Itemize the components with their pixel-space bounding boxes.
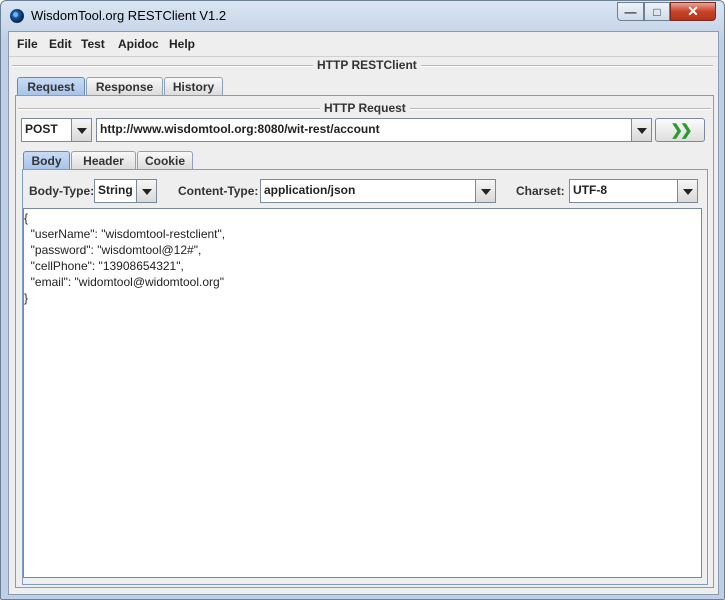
window-title: WisdomTool.org RESTClient V1.2: [31, 8, 227, 23]
url-field[interactable]: http://www.wisdomtool.org:8080/wit-rest/…: [96, 118, 652, 142]
request-group-title: HTTP Request: [320, 101, 410, 115]
tab-request[interactable]: Request: [17, 77, 85, 95]
main-group-title: HTTP RESTClient: [313, 58, 421, 72]
charset-value: UTF-8: [573, 183, 607, 197]
body-type-select[interactable]: String: [94, 179, 157, 203]
tab-header-label: Header: [83, 153, 124, 168]
tab-response-label: Response: [95, 79, 154, 94]
tab-response[interactable]: Response: [86, 77, 163, 95]
app-window: WisdomTool.org RESTClient V1.2 — □ ✕ Fil…: [0, 0, 725, 600]
tab-body[interactable]: Body: [23, 151, 70, 169]
body-line: }: [24, 291, 29, 305]
tab-request-label: Request: [27, 79, 75, 94]
tab-cookie[interactable]: Cookie: [137, 151, 193, 169]
body-line: "email": "widomtool@widomtool.org": [24, 275, 224, 289]
content-type-select[interactable]: application/json: [260, 179, 496, 203]
content-type-value: application/json: [264, 183, 356, 197]
menu-file[interactable]: File: [17, 37, 38, 51]
charset-select[interactable]: UTF-8: [569, 179, 698, 203]
title-bar[interactable]: WisdomTool.org RESTClient V1.2 — □ ✕: [1, 1, 724, 31]
chevron-down-icon[interactable]: [475, 180, 495, 202]
client-area: File Edit Test Apidoc Help HTTP RESTClie…: [8, 31, 719, 595]
app-logo-icon: [10, 9, 24, 23]
menu-edit[interactable]: Edit: [49, 37, 72, 51]
chevron-down-icon[interactable]: [677, 180, 697, 202]
tab-header[interactable]: Header: [71, 151, 136, 169]
maximize-icon: □: [653, 4, 661, 19]
send-arrows-icon: ❯❯: [670, 122, 692, 139]
tab-body-label: Body: [31, 153, 62, 168]
method-value: POST: [25, 122, 58, 136]
chevron-down-icon[interactable]: [136, 180, 156, 202]
menu-help[interactable]: Help: [169, 37, 195, 51]
maximize-button[interactable]: □: [644, 2, 670, 21]
chevron-down-icon[interactable]: [71, 119, 91, 141]
menu-apidoc[interactable]: Apidoc: [118, 37, 159, 51]
menu-bar: File Edit Test Apidoc Help: [9, 32, 718, 57]
request-body-textarea[interactable]: { "userName": "wisdomtool-restclient", "…: [23, 208, 702, 578]
tab-history[interactable]: History: [164, 77, 223, 95]
minimize-icon: —: [624, 4, 637, 19]
send-button[interactable]: ❯❯: [655, 118, 705, 142]
url-value: http://www.wisdomtool.org:8080/wit-rest/…: [100, 122, 380, 136]
menu-test[interactable]: Test: [81, 37, 105, 51]
body-line: "password": "wisdomtool@12#",: [24, 243, 202, 257]
close-icon: ✕: [687, 3, 699, 19]
body-line: {: [24, 211, 29, 225]
body-type-value: String: [98, 183, 133, 197]
body-line: "cellPhone": "13908654321",: [24, 259, 184, 273]
charset-label: Charset:: [516, 184, 565, 198]
content-type-label: Content-Type:: [178, 184, 259, 198]
chevron-down-icon[interactable]: [631, 119, 651, 141]
body-line: "userName": "wisdomtool-restclient",: [24, 227, 226, 241]
body-type-label: Body-Type:: [29, 184, 95, 198]
tab-history-label: History: [172, 79, 215, 94]
tab-cookie-label: Cookie: [144, 153, 185, 168]
close-button[interactable]: ✕: [670, 2, 716, 21]
method-select[interactable]: POST: [21, 118, 92, 142]
minimize-button[interactable]: —: [617, 2, 644, 21]
